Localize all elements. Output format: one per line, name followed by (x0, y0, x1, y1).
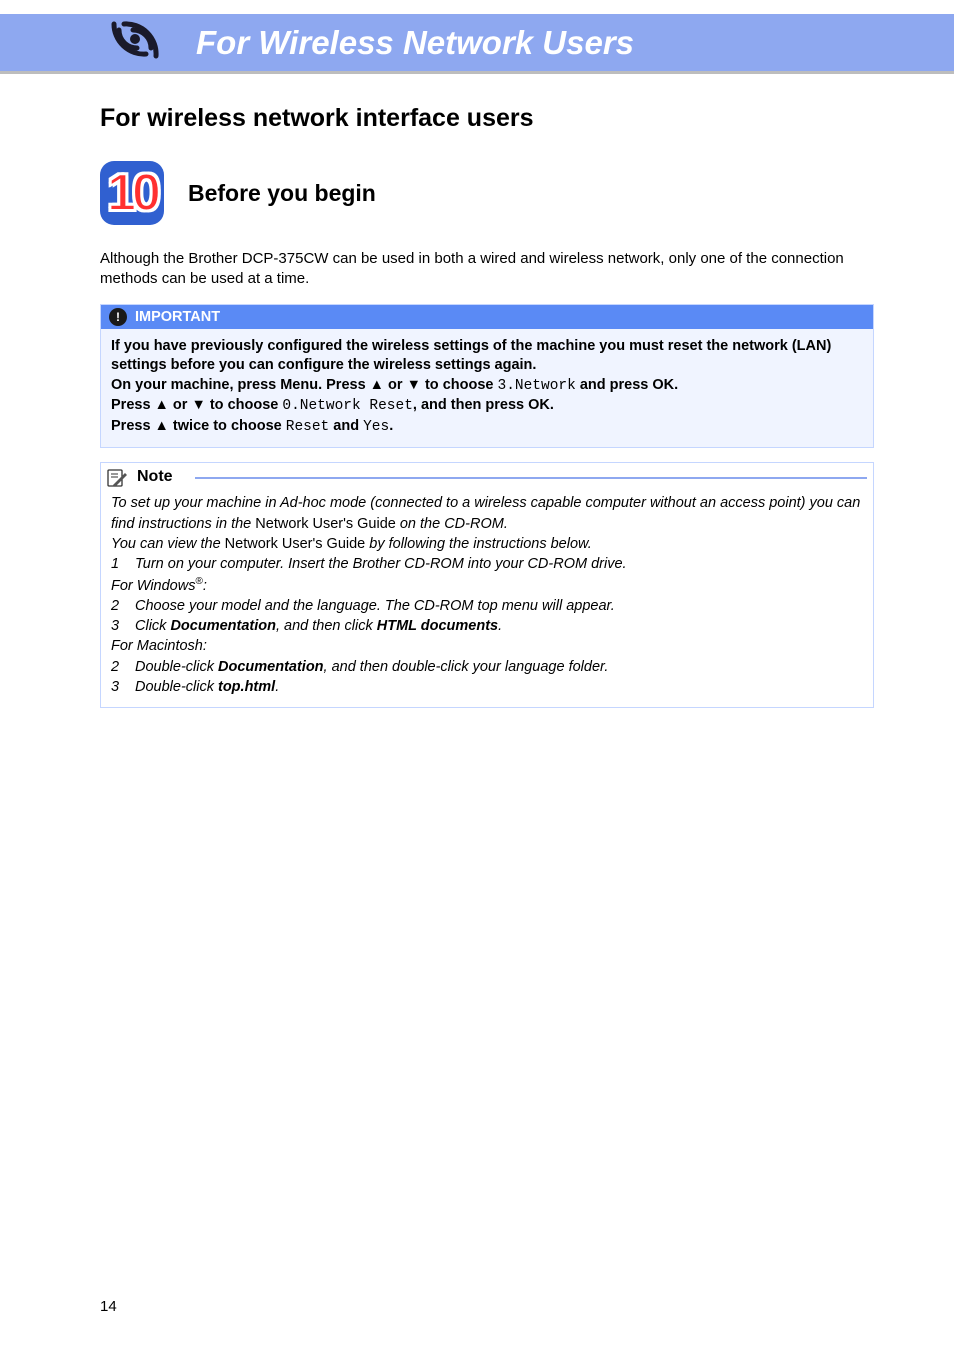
important-line3a: Press (111, 397, 155, 413)
note-list: 1 Turn on your computer. Insert the Broth… (111, 554, 863, 697)
important-line3c: to choose (206, 397, 283, 413)
important-line1: If you have previously configured the wi… (111, 338, 831, 374)
important-line4d: . (389, 418, 393, 434)
note-header: Note (101, 463, 873, 487)
important-callout: ! IMPORTANT If you have previously confi… (100, 304, 874, 449)
important-label: IMPORTANT (135, 309, 220, 325)
important-line2c: to choose (421, 377, 498, 393)
page-number: 14 (100, 1298, 117, 1315)
pencil-icon (107, 467, 129, 487)
list-text: Turn on your computer. Insert the Brothe… (135, 554, 627, 574)
arrow-down-2: ▼ (191, 397, 205, 413)
page-header: For Wireless Network Users (0, 14, 954, 74)
important-line4c: and (329, 418, 363, 434)
wifi-icon (100, 12, 170, 72)
code-network-reset: 0.Network Reset (282, 398, 413, 414)
arrow-up-2: ▲ (155, 397, 169, 413)
important-line2a: On your machine, press Menu. Press (111, 377, 370, 393)
note-p2c: by following the instructions below. (365, 536, 592, 552)
step-heading: 10 Before you begin (100, 161, 874, 225)
list-num: 2 (111, 596, 121, 616)
arrow-up-3: ▲ (155, 418, 169, 434)
list-num: 3 (111, 616, 121, 636)
mac-label: For Macintosh: (111, 636, 863, 656)
list-text: Click Documentation, and then click HTML… (135, 616, 502, 636)
note-callout: Note To set up your machine in Ad-hoc mo… (100, 462, 874, 708)
important-line4b: twice to choose (169, 418, 286, 434)
registered-mark: ® (195, 576, 202, 587)
important-line3d: , and then press OK. (413, 397, 554, 413)
note-body: To set up your machine in Ad-hoc mode (c… (101, 487, 873, 707)
list-item: 1 Turn on your computer. Insert the Broth… (111, 554, 863, 574)
content-area: For wireless network interface users 10 … (0, 74, 954, 708)
list-num: 1 (111, 554, 121, 574)
note-p1c: on the CD-ROM. (396, 516, 508, 532)
code-yes: Yes (363, 419, 389, 435)
intro-paragraph: Although the Brother DCP-375CW can be us… (100, 249, 874, 290)
exclamation-icon: ! (109, 308, 127, 326)
important-line2d: and press OK. (576, 377, 678, 393)
note-rule (195, 477, 867, 479)
list-text: Double-click Documentation, and then dou… (135, 657, 608, 677)
note-p2a: You can view the (111, 536, 225, 552)
note-p2b: Network User's Guide (225, 536, 366, 552)
windows-label: For Windows®: (111, 575, 863, 596)
important-line3b: or (169, 397, 192, 413)
step-number: 10 (107, 167, 157, 219)
list-item: 2 Double-click Documentation, and then do… (111, 657, 863, 677)
list-item: 3 Click Documentation, and then click HTM… (111, 616, 863, 636)
code-network: 3.Network (498, 378, 576, 394)
list-text: Choose your model and the language. The … (135, 596, 615, 616)
code-reset: Reset (286, 419, 330, 435)
step-number-badge: 10 (100, 161, 164, 225)
important-line2b: or (384, 377, 407, 393)
note-p1b: Network User's Guide (255, 516, 396, 532)
list-num: 3 (111, 677, 121, 697)
important-line4a: Press (111, 418, 155, 434)
header-title: For Wireless Network Users (196, 24, 634, 62)
arrow-up-1: ▲ (370, 377, 384, 393)
list-text: Double-click top.html. (135, 677, 279, 697)
note-label: Note (137, 468, 187, 486)
section-title: For wireless network interface users (100, 104, 874, 133)
arrow-down-1: ▼ (407, 377, 421, 393)
important-header: ! IMPORTANT (101, 305, 873, 329)
important-body: If you have previously configured the wi… (101, 329, 873, 448)
step-title: Before you begin (188, 180, 376, 207)
list-item: 2 Choose your model and the language. The… (111, 596, 863, 616)
list-num: 2 (111, 657, 121, 677)
list-item: 3 Double-click top.html. (111, 677, 863, 697)
